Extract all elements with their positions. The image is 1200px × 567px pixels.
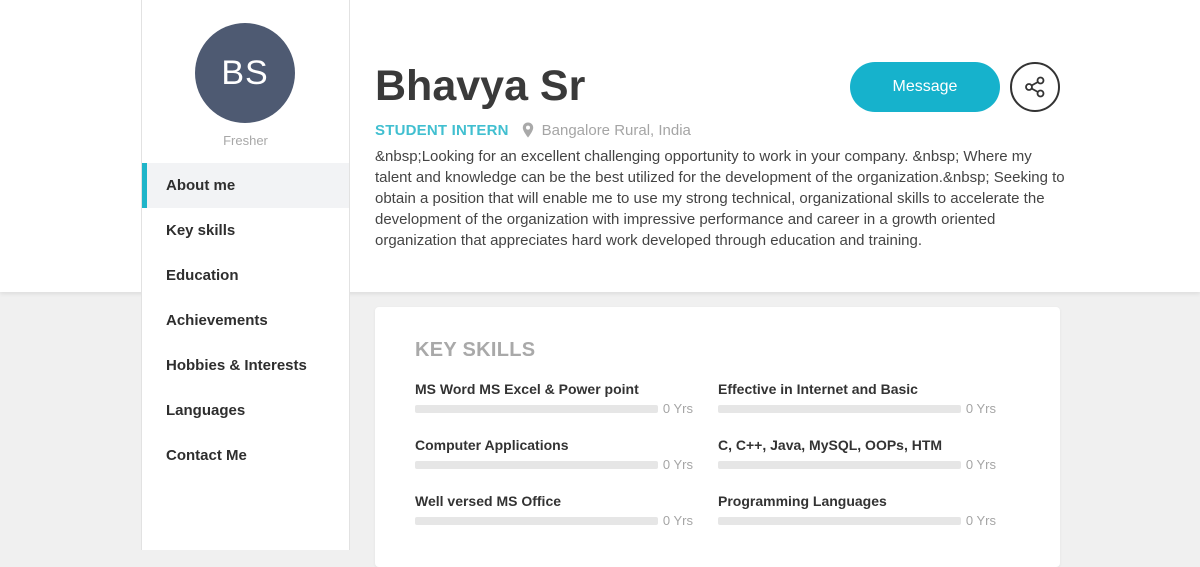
skill-years: 0 Yrs xyxy=(662,401,693,416)
sidebar-item-contact-me[interactable]: Contact Me xyxy=(142,433,349,478)
skill-name: C, C++, Java, MySQL, OOPs, HTM xyxy=(718,437,943,453)
key-skills-card: KEY SKILLS MS Word MS Excel & Power poin… xyxy=(375,307,1060,567)
skill-years: 0 Yrs xyxy=(662,457,693,472)
skill-name: Programming Languages xyxy=(718,493,887,509)
skill-progress-bar xyxy=(718,517,961,525)
skill-name: Well versed MS Office xyxy=(415,493,562,509)
skill-item: Effective in Internet and Basic 0 Yrs xyxy=(718,381,998,421)
profile-role: STUDENT INTERN xyxy=(375,121,509,139)
skill-progress-bar xyxy=(718,461,961,469)
experience-level: Fresher xyxy=(223,133,268,148)
skill-item: Computer Applications 0 Yrs xyxy=(415,437,695,477)
skill-years: 0 Yrs xyxy=(965,401,996,416)
profile-name: Bhavya Sr xyxy=(375,62,586,110)
skill-name: Computer Applications xyxy=(415,437,569,453)
sidebar-item-hobbies-interests[interactable]: Hobbies & Interests xyxy=(142,343,349,388)
skill-item: Programming Languages 0 Yrs xyxy=(718,493,998,533)
key-skills-title: KEY SKILLS xyxy=(415,339,536,361)
profile-location: Bangalore Rural, India xyxy=(541,121,691,139)
sidebar-item-achievements[interactable]: Achievements xyxy=(142,298,349,343)
skill-years: 0 Yrs xyxy=(965,513,996,528)
message-button[interactable]: Message xyxy=(850,62,1000,112)
sidebar-item-languages[interactable]: Languages xyxy=(142,388,349,433)
sidebar-nav: About me Key skills Education Achievemen… xyxy=(142,163,349,478)
skill-progress-bar xyxy=(415,405,658,413)
skill-progress-bar xyxy=(415,461,658,469)
skill-years: 0 Yrs xyxy=(965,457,996,472)
skill-item: MS Word MS Excel & Power point 0 Yrs xyxy=(415,381,695,421)
share-icon xyxy=(1023,75,1047,99)
avatar: BS xyxy=(195,23,295,123)
sidebar-item-about-me[interactable]: About me xyxy=(142,163,349,208)
sidebar-item-key-skills[interactable]: Key skills xyxy=(142,208,349,253)
sidebar-item-education[interactable]: Education xyxy=(142,253,349,298)
location-pin-icon xyxy=(521,122,535,138)
skill-item: C, C++, Java, MySQL, OOPs, HTM 0 Yrs xyxy=(718,437,998,477)
skill-name: MS Word MS Excel & Power point xyxy=(415,381,639,397)
skill-years: 0 Yrs xyxy=(662,513,693,528)
skill-item: Well versed MS Office 0 Yrs xyxy=(415,493,695,533)
sidebar: BS Fresher About me Key skills Education… xyxy=(141,0,350,550)
skill-progress-bar xyxy=(718,405,961,413)
profile-subline: STUDENT INTERN Bangalore Rural, India xyxy=(375,121,691,139)
about-text: &nbsp;Looking for an excellent challengi… xyxy=(375,148,1065,249)
share-button[interactable] xyxy=(1010,62,1060,112)
skill-progress-bar xyxy=(415,517,658,525)
skill-name: Effective in Internet and Basic xyxy=(718,381,918,397)
